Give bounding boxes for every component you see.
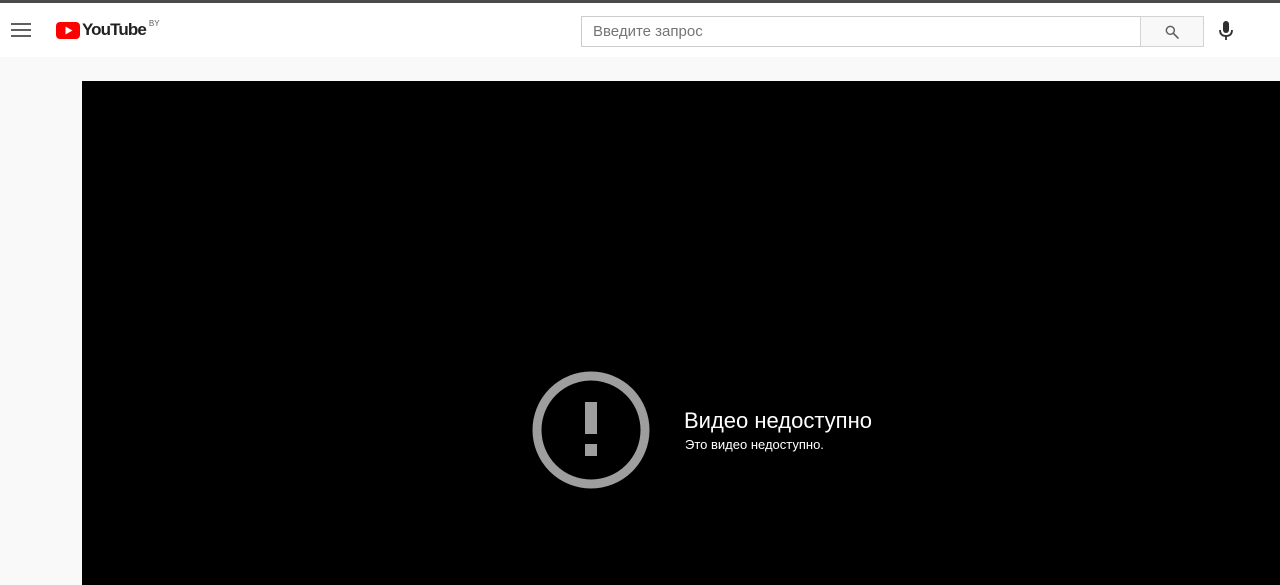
voice-search-button[interactable] — [1212, 17, 1240, 45]
guide-menu-button[interactable] — [8, 14, 34, 46]
masthead: YouTube BY — [0, 3, 1280, 57]
player-error-message: Видео недоступно Это видео недоступно. — [532, 371, 952, 491]
error-subtitle: Это видео недоступно. — [685, 437, 824, 452]
logo-country-code: BY — [148, 19, 160, 28]
exclamation-circle-icon — [532, 371, 650, 489]
error-title: Видео недоступно — [684, 408, 872, 433]
search-button[interactable] — [1140, 16, 1204, 47]
search-input[interactable] — [582, 17, 1140, 46]
search-icon — [1165, 25, 1179, 39]
video-player[interactable]: Видео недоступно Это видео недоступно. — [82, 81, 1280, 585]
hamburger-menu-icon — [11, 23, 31, 37]
youtube-play-icon — [56, 21, 80, 39]
youtube-logo[interactable]: YouTube BY — [56, 18, 160, 42]
search-box — [581, 16, 1140, 47]
logo-text: YouTube — [82, 20, 147, 39]
microphone-icon — [1219, 21, 1233, 40]
